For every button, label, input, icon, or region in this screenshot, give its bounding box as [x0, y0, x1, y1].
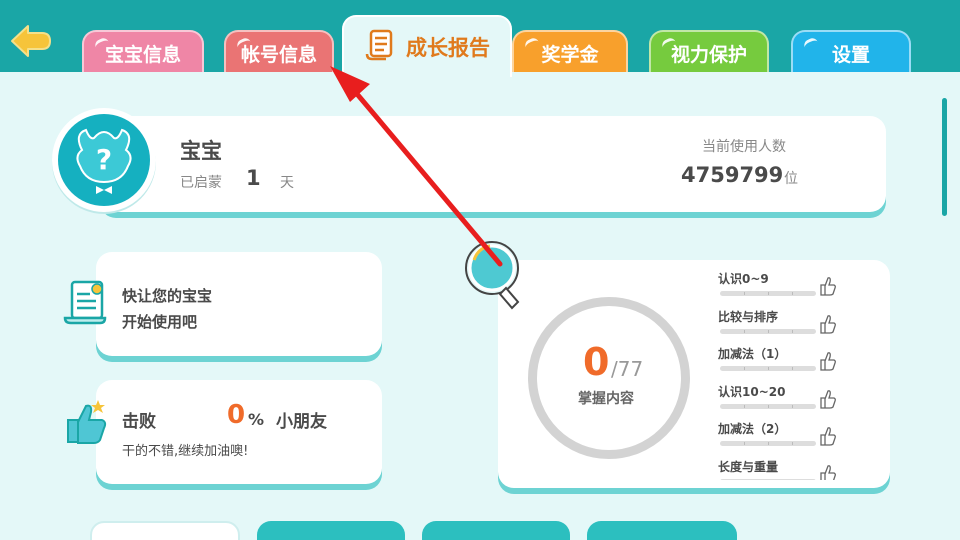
skill-item: 加减法（1） [718, 345, 840, 383]
tab-growth-report-label: 成长报告 [406, 36, 490, 60]
skill-bar-tick [744, 329, 745, 333]
skill-name: 加减法（2） [718, 422, 787, 436]
baby-name: 宝宝 [180, 139, 222, 163]
skill-bar-tick [792, 442, 793, 445]
current-users-label: 当前使用人数 [702, 139, 786, 155]
beat-encouragement: 干的不错,继续加油噢! [122, 444, 249, 459]
thumbs-up-icon [819, 425, 837, 451]
tab-scholarship-label: 奖学金 [541, 43, 599, 66]
beat-label: 击败 [122, 412, 156, 432]
skill-progress-bar [720, 478, 816, 480]
enlight-days: 1 [246, 166, 261, 190]
tab-growth-report[interactable]: 成长报告 [342, 15, 512, 77]
tab-account-info[interactable]: 帐号信息 [224, 30, 334, 74]
skill-item: 加减法（2） [718, 420, 840, 458]
current-users-unit: 位 [784, 171, 798, 187]
thumbs-up-icon [819, 350, 837, 376]
skill-bar-tick [768, 442, 769, 445]
skill-bar-tick [744, 442, 745, 445]
subject-tab-1[interactable] [90, 521, 240, 540]
top-bar: 宝宝信息 帐号信息 成长报告 奖学金 视力保护 设置 [0, 0, 960, 77]
ranking-card [96, 380, 382, 484]
beat-friends-label: 小朋友 [276, 412, 327, 432]
skill-bar-tick [792, 367, 793, 370]
skill-bar-tick [768, 329, 769, 333]
mastered-label: 掌握内容 [578, 391, 634, 407]
tab-vision-protection[interactable]: 视力保护 [649, 30, 769, 74]
back-arrow-icon[interactable] [8, 22, 54, 58]
subject-tab-3[interactable] [422, 521, 570, 540]
thumbs-up-icon [819, 275, 837, 301]
skill-bar-tick [792, 329, 793, 333]
skill-item: 长度与重量 [718, 458, 840, 480]
enlight-label: 已启蒙 [180, 175, 222, 191]
tab-settings[interactable]: 设置 [791, 30, 911, 74]
enlight-unit: 天 [280, 175, 294, 191]
skill-list[interactable]: 认识0~9 比较与排序 加减法（1） 认识10~20 加减法（2） 长度与重量 [718, 270, 840, 480]
beat-percent-sign: % [248, 410, 265, 429]
tab-baby-info-label: 宝宝信息 [104, 43, 181, 66]
tab-scholarship[interactable]: 奖学金 [512, 30, 628, 74]
skill-name: 长度与重量 [718, 459, 779, 474]
tab-baby-info[interactable]: 宝宝信息 [82, 30, 204, 74]
skill-name: 认识10~20 [718, 384, 786, 399]
magnifier-icon [462, 240, 532, 316]
skill-bar-tick [768, 404, 769, 408]
current-users-count: 4759799 [681, 163, 784, 187]
tab-settings-label: 设置 [831, 43, 870, 66]
skill-progress-bar [720, 441, 816, 446]
skill-progress-bar [720, 328, 816, 334]
skill-name: 比较与排序 [718, 309, 779, 324]
skill-bar-tick [792, 292, 793, 295]
start-hint-text: 快让您的宝宝 开始使用吧 [122, 283, 212, 335]
skill-item: 认识10~20 [718, 383, 840, 421]
skill-bar-tick [744, 479, 745, 480]
skill-progress-bar [720, 366, 816, 371]
svg-text:?: ? [96, 143, 112, 176]
skill-progress-bar [720, 291, 816, 296]
skill-progress-bar [720, 403, 816, 409]
avatar[interactable]: ? [52, 108, 156, 212]
scrollbar[interactable] [942, 98, 947, 216]
start-hint-line2: 开始使用吧 [122, 313, 198, 331]
subject-tab-4[interactable] [587, 521, 737, 540]
skill-bar-tick [744, 292, 745, 295]
total-count: /77 [611, 357, 644, 381]
mastered-count: 0 [583, 340, 610, 384]
thumbs-up-icon [62, 396, 112, 452]
skill-bar-tick [744, 404, 745, 408]
certificate-icon [62, 278, 110, 330]
skill-bar-tick [792, 479, 793, 480]
start-hint-line1: 快让您的宝宝 [122, 287, 213, 305]
skill-bar-tick [744, 367, 745, 370]
subject-tab-2[interactable] [257, 521, 405, 540]
beat-percent: 0 [227, 400, 246, 430]
skill-bar-tick [768, 479, 769, 480]
scroll-icon [364, 28, 398, 67]
tab-account-info-label: 帐号信息 [240, 43, 317, 66]
tab-vision-protection-label: 视力保护 [670, 43, 747, 66]
skill-bar-tick [792, 404, 793, 408]
skill-item: 认识0~9 [718, 270, 840, 308]
thumbs-up-icon [819, 313, 837, 339]
thumbs-up-icon [819, 463, 837, 480]
thumbs-up-icon [819, 388, 837, 414]
skill-item: 比较与排序 [718, 308, 840, 346]
skill-bar-tick [768, 292, 769, 295]
default-avatar-icon: ? [58, 114, 150, 206]
skill-name: 认识0~9 [718, 272, 769, 286]
skill-bar-tick [768, 367, 769, 370]
skill-name: 加减法（1） [718, 347, 787, 361]
